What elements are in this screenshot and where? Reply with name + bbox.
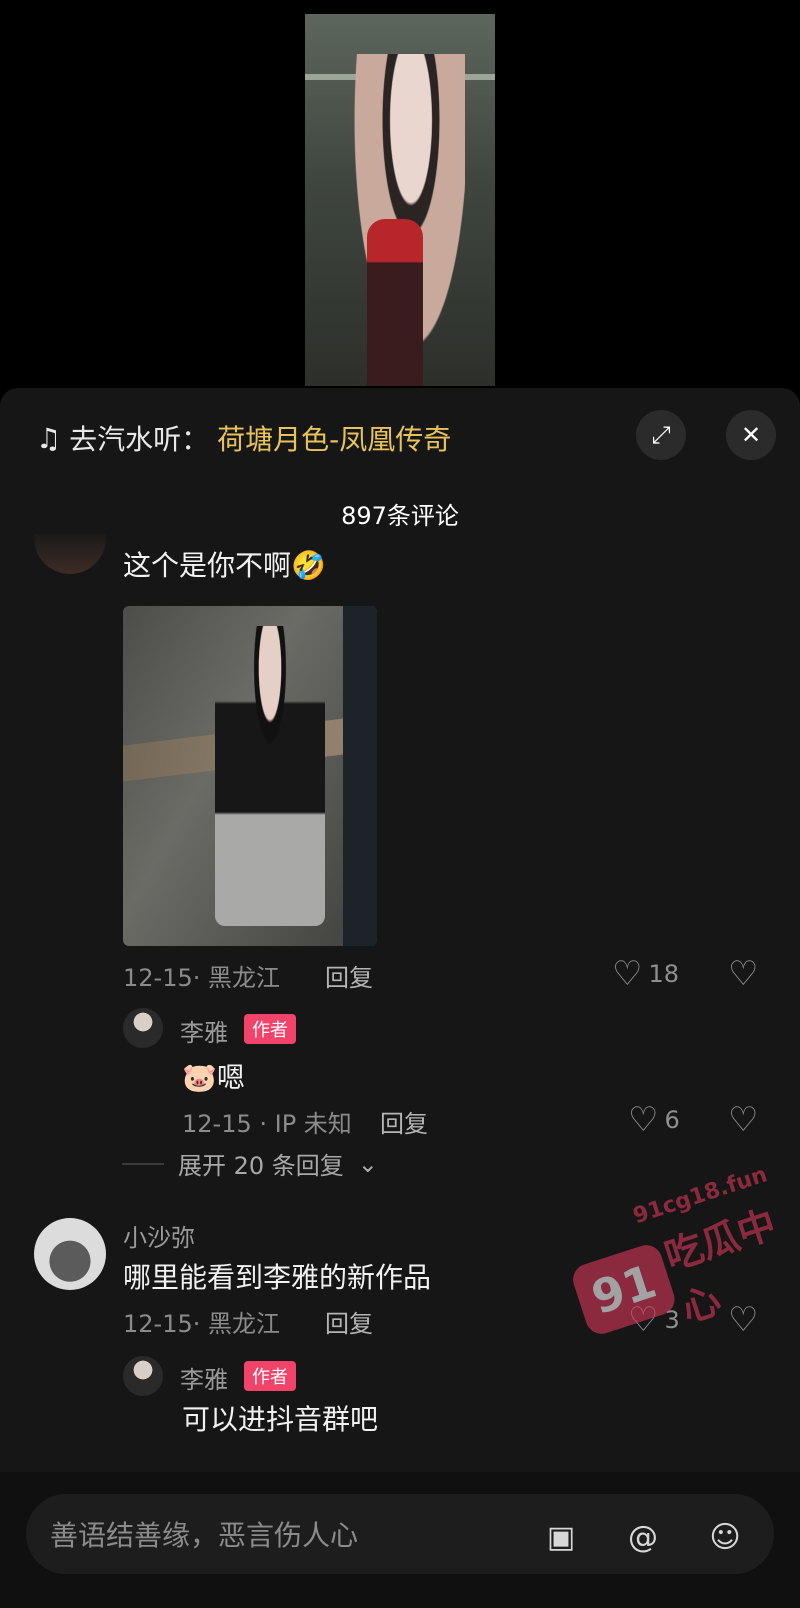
like-button[interactable]: ♡ 6	[628, 1100, 680, 1140]
expand-replies-label: 展开 20 条回复	[178, 1152, 344, 1180]
comment-image[interactable]	[123, 606, 377, 946]
comment-count: 897条评论	[341, 502, 459, 530]
emoji-icon[interactable]: ☺	[706, 1518, 744, 1556]
close-button[interactable]: ✕	[726, 410, 776, 460]
author-name[interactable]: 李雅	[180, 1360, 228, 1395]
watermark-number: 91	[568, 1240, 679, 1338]
like-button[interactable]: ♡ 18	[612, 954, 679, 994]
author-badge: 作者	[244, 1361, 296, 1391]
reply-button[interactable]: 回复	[325, 958, 373, 993]
author-avatar[interactable]	[123, 1356, 163, 1396]
wine-bottle	[367, 219, 423, 386]
commenter-avatar[interactable]	[34, 1218, 106, 1290]
comment-meta: 12-15· 黑龙江	[123, 1310, 280, 1338]
close-icon: ✕	[740, 421, 762, 449]
author-badge: 作者	[244, 1014, 296, 1044]
commenter-name[interactable]: 小沙弥	[123, 1218, 195, 1253]
comment-text: 哪里能看到李雅的新作品	[123, 1261, 432, 1294]
commenter-avatar[interactable]	[34, 534, 106, 574]
music-link[interactable]: ♫ 去汽水听： 荷塘月色-凤凰传奇	[36, 418, 451, 458]
heart-icon: ♡	[612, 954, 643, 994]
comment-input-bar: 善语结善缘，恶言伤人心 ▣ @ ☺	[0, 1472, 800, 1608]
image-person	[215, 626, 325, 926]
expand-button[interactable]: ⤢	[636, 410, 686, 460]
site-watermark: 91cg18.fun 91 吃瓜中心	[550, 1147, 799, 1364]
video-preview[interactable]	[305, 14, 495, 386]
music-prefix: 去汽水听：	[69, 423, 210, 456]
divider-line	[122, 1162, 164, 1165]
broken-heart-icon: ♡	[728, 1100, 759, 1140]
music-note-icon: ♫	[36, 421, 62, 455]
chevron-down-icon: ⌄	[357, 1149, 378, 1178]
like-count: 18	[648, 960, 680, 988]
reply-button[interactable]: 回复	[325, 1304, 373, 1339]
comment-meta: 12-15· 黑龙江	[123, 964, 280, 992]
expand-icon: ⤢	[651, 421, 671, 449]
like-count: 6	[664, 1106, 680, 1134]
expand-replies[interactable]: 展开 20 条回复 ⌄	[122, 1146, 378, 1181]
author-avatar[interactable]	[123, 1008, 163, 1048]
reply-meta: 12-15 · IP 未知	[182, 1110, 352, 1138]
reply-text: 可以进抖音群吧	[182, 1403, 379, 1436]
reply-button[interactable]: 回复	[380, 1104, 428, 1139]
comment-placeholder: 善语结善缘，恶言伤人心	[50, 1519, 359, 1552]
reply-text: 🐷嗯	[182, 1061, 245, 1094]
comment-text: 这个是你不啊🤣	[123, 549, 326, 582]
mention-icon[interactable]: @	[624, 1518, 662, 1556]
heart-icon: ♡	[628, 1100, 659, 1140]
author-name[interactable]: 李雅	[180, 1013, 228, 1048]
dislike-button[interactable]: ♡	[728, 954, 758, 994]
image-door	[343, 606, 377, 946]
dislike-button[interactable]: ♡	[728, 1100, 758, 1140]
image-picker-icon[interactable]: ▣	[542, 1518, 580, 1556]
comment-sheet: ♫ 去汽水听： 荷塘月色-凤凰传奇 ⤢ ✕ 897条评论 这个是你不啊🤣 12-…	[0, 388, 800, 1608]
music-title: 荷塘月色-凤凰传奇	[217, 423, 452, 456]
broken-heart-icon: ♡	[728, 954, 759, 994]
